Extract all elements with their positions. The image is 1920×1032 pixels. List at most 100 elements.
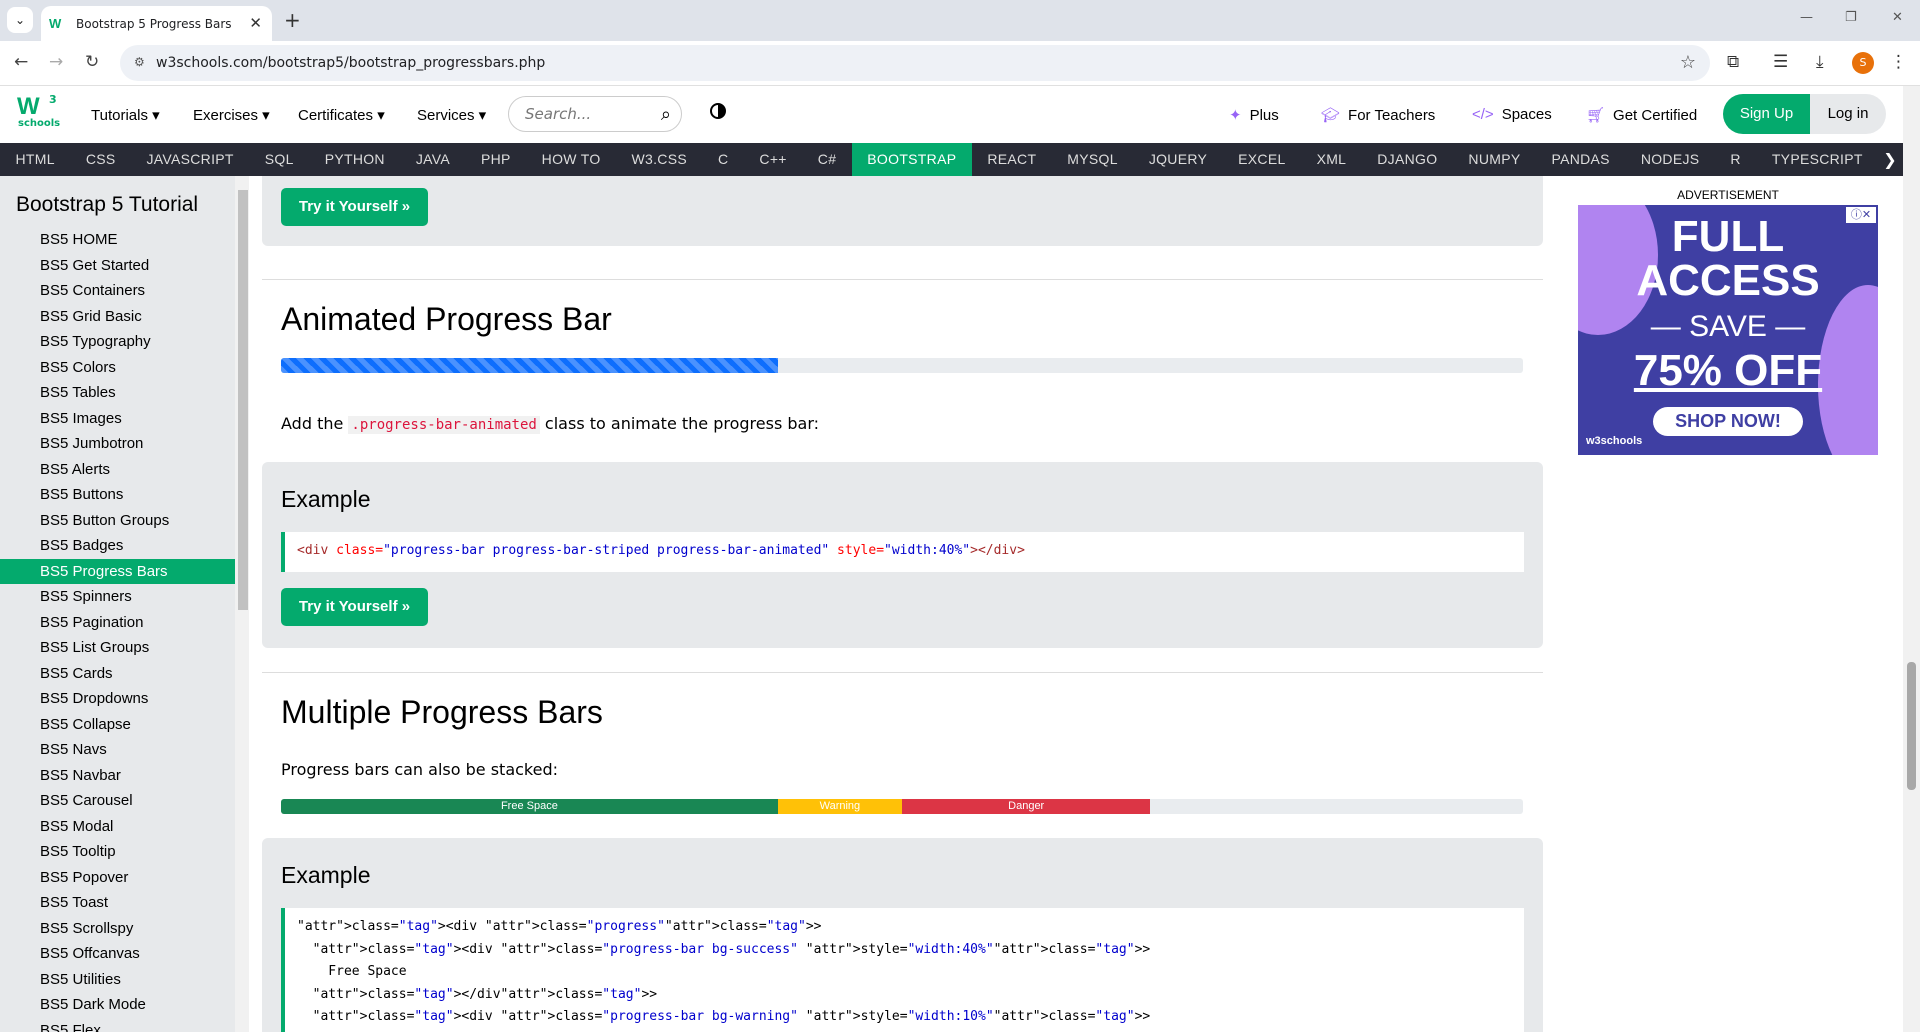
- nav-c-[interactable]: C++: [744, 143, 802, 176]
- sidebar-item-bs5-tables[interactable]: BS5 Tables: [0, 380, 235, 406]
- nav-r[interactable]: R: [1715, 143, 1756, 176]
- dark-mode-toggle-icon[interactable]: [710, 103, 726, 119]
- search-input[interactable]: Search... ⌕: [508, 96, 682, 132]
- sidebar-item-bs5-flex[interactable]: BS5 Flex: [0, 1018, 235, 1032]
- nav-w3-css[interactable]: W3.CSS: [616, 143, 702, 176]
- sidebar-item-bs5-get-started[interactable]: BS5 Get Started: [0, 253, 235, 279]
- back-icon[interactable]: ←: [14, 52, 28, 72]
- site-info-icon[interactable]: ⚙: [134, 55, 145, 69]
- try-it-yourself-button[interactable]: Try it Yourself »: [281, 588, 428, 626]
- page-scroll-thumb[interactable]: [1907, 662, 1916, 790]
- nav-numpy[interactable]: NUMPY: [1453, 143, 1536, 176]
- extensions-icon[interactable]: ⧉: [1727, 52, 1739, 72]
- sidebar-item-bs5-cards[interactable]: BS5 Cards: [0, 661, 235, 687]
- nav-c-[interactable]: C#: [802, 143, 852, 176]
- nav-javascript[interactable]: JAVASCRIPT: [131, 143, 249, 176]
- nav-python[interactable]: PYTHON: [309, 143, 400, 176]
- sidebar-item-bs5-colors[interactable]: BS5 Colors: [0, 355, 235, 381]
- sidebar-item-bs5-carousel[interactable]: BS5 Carousel: [0, 788, 235, 814]
- spaces-link[interactable]: </> Spaces: [1472, 106, 1552, 123]
- for-teachers-link[interactable]: 🎓︎ For Teachers: [1321, 106, 1435, 124]
- reload-icon[interactable]: ↻: [85, 52, 99, 72]
- nav-scroll-right-icon[interactable]: ❯: [1877, 143, 1903, 176]
- sidebar-item-bs5-progress-bars[interactable]: BS5 Progress Bars: [0, 558, 235, 584]
- sidebar-item-bs5-scrollspy[interactable]: BS5 Scrollspy: [0, 916, 235, 942]
- sidebar-item-bs5-collapse[interactable]: BS5 Collapse: [0, 712, 235, 738]
- sidebar-item-bs5-dropdowns[interactable]: BS5 Dropdowns: [0, 686, 235, 712]
- nav-bootstrap[interactable]: BOOTSTRAP: [851, 143, 972, 176]
- tab-search-icon[interactable]: ⌄: [7, 7, 33, 33]
- sidebar-item-bs5-spinners[interactable]: BS5 Spinners: [0, 584, 235, 610]
- sidebar-item-bs5-navs[interactable]: BS5 Navs: [0, 737, 235, 763]
- download-icon[interactable]: ⤓: [1816, 52, 1824, 72]
- page-scrollbar[interactable]: [1903, 86, 1920, 1032]
- nav-css[interactable]: CSS: [70, 143, 131, 176]
- nav-react[interactable]: REACT: [972, 143, 1052, 176]
- code-val: "progress-bar progress-bar-striped progr…: [383, 543, 830, 558]
- browser-tab[interactable]: W Bootstrap 5 Progress Bars ✕: [41, 6, 272, 41]
- menu-tutorials[interactable]: Tutorials ▾: [91, 106, 160, 124]
- nav-sql[interactable]: SQL: [249, 143, 309, 176]
- menu-certificates[interactable]: Certificates ▾: [298, 106, 385, 124]
- sidebar-item-bs5-badges[interactable]: BS5 Badges: [0, 533, 235, 559]
- nav-typescript[interactable]: TYPESCRIPT: [1756, 143, 1878, 176]
- nav-pandas[interactable]: PANDAS: [1536, 143, 1625, 176]
- sidebar-item-bs5-images[interactable]: BS5 Images: [0, 406, 235, 432]
- advertisement[interactable]: ⓘ✕ FULL ACCESS — SAVE — 75% OFF SHOP NOW…: [1578, 205, 1878, 455]
- url-bar[interactable]: ⚙ w3schools.com/bootstrap5/bootstrap_pro…: [120, 45, 1710, 81]
- sidebar-scroll-thumb[interactable]: [238, 190, 248, 610]
- ad-line2: ACCESS: [1636, 256, 1820, 305]
- sidebar-item-bs5-button-groups[interactable]: BS5 Button Groups: [0, 508, 235, 534]
- nav-xml[interactable]: XML: [1301, 143, 1362, 176]
- menu-services[interactable]: Services ▾: [417, 106, 486, 124]
- sidebar-item-bs5-containers[interactable]: BS5 Containers: [0, 278, 235, 304]
- close-window-icon[interactable]: ✕: [1892, 10, 1903, 25]
- minimize-icon[interactable]: —: [1800, 10, 1813, 25]
- nav-django[interactable]: DJANGO: [1362, 143, 1453, 176]
- nav-html[interactable]: HTML: [0, 143, 70, 176]
- example-heading: Example: [281, 862, 371, 888]
- sidebar-item-bs5-tooltip[interactable]: BS5 Tooltip: [0, 839, 235, 865]
- plus-label: Plus: [1249, 107, 1279, 124]
- sidebar-item-bs5-grid-basic[interactable]: BS5 Grid Basic: [0, 304, 235, 330]
- profile-avatar[interactable]: S: [1852, 52, 1874, 74]
- ad-shop-now-button[interactable]: SHOP NOW!: [1653, 407, 1803, 436]
- nav-nodejs[interactable]: NODEJS: [1625, 143, 1715, 176]
- search-icon[interactable]: ⌕: [661, 98, 671, 132]
- close-tab-icon[interactable]: ✕: [249, 14, 262, 32]
- nav-mysql[interactable]: MYSQL: [1052, 143, 1134, 176]
- sidebar-item-bs5-toast[interactable]: BS5 Toast: [0, 890, 235, 916]
- bookmark-star-icon[interactable]: ☆: [1680, 52, 1696, 73]
- restore-icon[interactable]: ❐: [1845, 10, 1857, 25]
- sign-up-button[interactable]: Sign Up: [1723, 94, 1810, 134]
- new-tab-icon[interactable]: +: [284, 8, 301, 32]
- get-certified-link[interactable]: 🛒︎ Get Certified: [1586, 106, 1697, 124]
- sidebar-item-bs5-navbar[interactable]: BS5 Navbar: [0, 763, 235, 789]
- sidebar-item-bs5-popover[interactable]: BS5 Popover: [0, 865, 235, 891]
- nav-java[interactable]: JAVA: [400, 143, 465, 176]
- sidebar-item-bs5-list-groups[interactable]: BS5 List Groups: [0, 635, 235, 661]
- sidebar-item-bs5-modal[interactable]: BS5 Modal: [0, 814, 235, 840]
- nav-jquery[interactable]: JQUERY: [1133, 143, 1222, 176]
- menu-exercises[interactable]: Exercises ▾: [193, 106, 270, 124]
- sidebar-item-bs5-dark-mode[interactable]: BS5 Dark Mode: [0, 992, 235, 1018]
- nav-php[interactable]: PHP: [465, 143, 526, 176]
- sidebar-item-bs5-buttons[interactable]: BS5 Buttons: [0, 482, 235, 508]
- more-menu-icon[interactable]: ⋮: [1890, 52, 1907, 72]
- sidebar-item-bs5-pagination[interactable]: BS5 Pagination: [0, 610, 235, 636]
- forward-icon[interactable]: →: [49, 52, 63, 72]
- sidebar-item-bs5-typography[interactable]: BS5 Typography: [0, 329, 235, 355]
- plus-link[interactable]: ✦ Plus: [1229, 106, 1279, 124]
- sidebar-item-bs5-home[interactable]: BS5 HOME: [0, 227, 235, 253]
- sidebar-item-bs5-utilities[interactable]: BS5 Utilities: [0, 967, 235, 993]
- nav-excel[interactable]: EXCEL: [1223, 143, 1301, 176]
- w3schools-logo[interactable]: W 3 schools: [17, 93, 61, 135]
- try-it-yourself-button[interactable]: Try it Yourself »: [281, 188, 428, 226]
- nav-how-to[interactable]: HOW TO: [526, 143, 616, 176]
- reading-list-icon[interactable]: ☰: [1773, 52, 1788, 72]
- sidebar-item-bs5-jumbotron[interactable]: BS5 Jumbotron: [0, 431, 235, 457]
- nav-c[interactable]: C: [703, 143, 744, 176]
- log-in-button[interactable]: Log in: [1810, 94, 1886, 134]
- sidebar-item-bs5-offcanvas[interactable]: BS5 Offcanvas: [0, 941, 235, 967]
- sidebar-item-bs5-alerts[interactable]: BS5 Alerts: [0, 457, 235, 483]
